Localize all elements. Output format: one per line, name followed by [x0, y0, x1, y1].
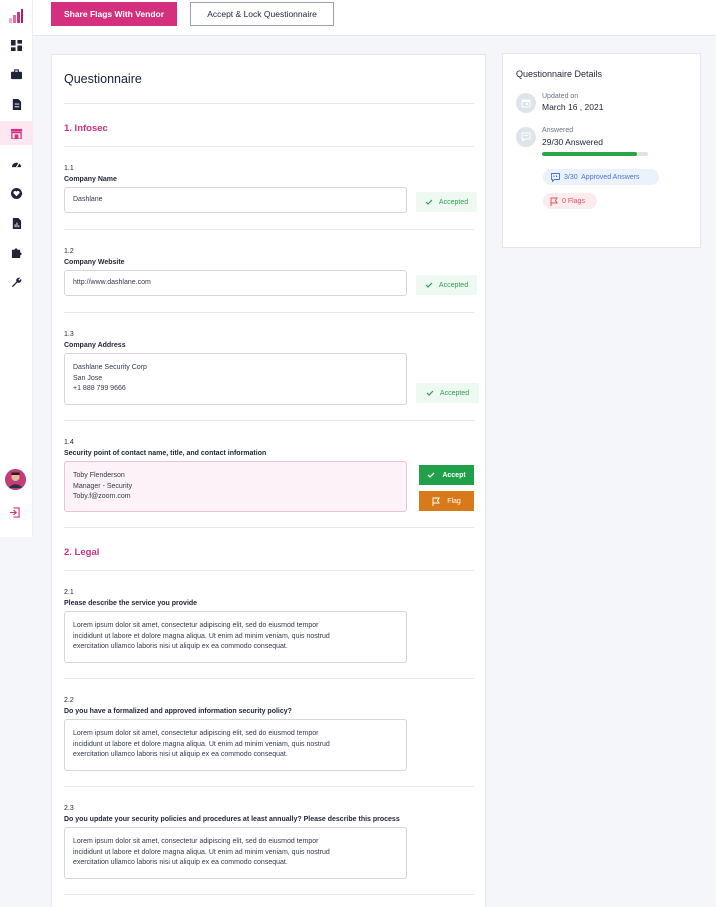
question-number: 2.1: [64, 589, 74, 596]
sidebar-item-dashboard[interactable]: [0, 33, 33, 57]
flags-pill[interactable]: 0 Flags: [543, 193, 597, 209]
question-number: 2.2: [64, 697, 74, 704]
chat-icon: [551, 172, 560, 182]
divider: [64, 103, 474, 104]
question-number: 1.1: [64, 165, 74, 172]
question-label: Do you update your security policies and…: [64, 816, 400, 823]
answered-progress-bar: [542, 152, 648, 156]
check-icon: [425, 199, 433, 205]
section-title-legal: 2. Legal: [64, 547, 100, 558]
divider: [64, 570, 474, 571]
chat-icon: [516, 127, 536, 147]
question-label: Company Address: [64, 342, 126, 349]
accepted-label: Accepted: [439, 389, 470, 397]
sidebar-item-health[interactable]: [0, 181, 33, 205]
sidebar-item-reports[interactable]: [0, 211, 33, 235]
gauge-icon: [11, 161, 22, 167]
details-title: Questionnaire Details: [516, 69, 603, 79]
flag-icon: [432, 497, 441, 506]
logo-icon[interactable]: [9, 9, 23, 23]
question-number: 1.4: [64, 439, 74, 446]
flag-button[interactable]: Flag: [419, 491, 474, 511]
sidebar-item-vendors[interactable]: [0, 121, 33, 145]
accepted-label: Accepted: [438, 198, 469, 206]
divider: [64, 312, 474, 313]
sidebar-item-integrations[interactable]: [0, 240, 33, 264]
accept-lock-button[interactable]: Accept & Lock Questionnaire: [190, 2, 334, 26]
answer-field[interactable]: Dashlane: [64, 187, 407, 213]
answered-label: Answered: [542, 127, 574, 134]
answer-field[interactable]: Lorem ipsum dolor sit amet, consectetur …: [64, 719, 407, 771]
check-icon: [426, 390, 434, 396]
answer-field[interactable]: Dashlane Security Corp San Jose +1 888 7…: [64, 353, 407, 405]
top-bar: Share Flags With Vendor Accept & Lock Qu…: [33, 0, 716, 36]
accepted-badge: Accepted: [416, 192, 477, 212]
question-number: 1.2: [64, 248, 74, 255]
question-number: 2.3: [64, 805, 74, 812]
updated-label: Updated on: [542, 93, 579, 100]
divider: [64, 678, 474, 679]
sidebar-item-gauge[interactable]: [0, 151, 33, 175]
logout-icon[interactable]: [9, 507, 20, 518]
updated-value: March 16 , 2021: [542, 102, 604, 112]
page-title: Questionnaire: [64, 72, 142, 86]
answer-field[interactable]: Toby Flenderson Manager - Security Toby.…: [64, 461, 407, 512]
sidebar: [0, 0, 33, 537]
question-label: Security point of contact name, title, a…: [64, 450, 267, 457]
divider: [64, 420, 474, 421]
sidebar-item-briefcase[interactable]: [0, 62, 33, 86]
approved-answers-label: 3/30 Approved Answers: [564, 173, 640, 181]
calendar-icon: [516, 93, 536, 113]
divider: [64, 786, 474, 787]
section-title-infosec: 1. Infosec: [64, 123, 108, 134]
answered-value: 29/30 Answered: [542, 137, 603, 147]
questionnaire-details-card: Questionnaire Details Updated on March 1…: [502, 53, 701, 248]
share-flags-button[interactable]: Share Flags With Vendor: [51, 2, 177, 26]
sidebar-item-settings[interactable]: [0, 270, 33, 294]
accept-button[interactable]: Accept: [419, 465, 474, 485]
avatar[interactable]: [5, 469, 26, 490]
question-label: Company Name: [64, 176, 117, 183]
flag-label: Flag: [447, 497, 461, 505]
question-label: Company Website: [64, 259, 125, 266]
briefcase-icon: [11, 68, 22, 79]
accepted-label: Accepted: [438, 281, 469, 289]
divider: [64, 146, 474, 147]
questionnaire-card: Questionnaire 1. Infosec 1.1 Company Nam…: [51, 54, 486, 907]
approved-answers-pill[interactable]: 3/30 Approved Answers: [543, 169, 659, 185]
store-icon: [11, 128, 22, 139]
answer-field[interactable]: Lorem ipsum dolor sit amet, consectetur …: [64, 611, 407, 663]
heart-icon: [11, 187, 22, 199]
file-chart-icon: [12, 217, 22, 229]
answered-progress-fill: [542, 152, 638, 156]
check-icon: [425, 282, 433, 288]
wrench-icon: [11, 277, 22, 287]
accept-label: Accept: [442, 471, 466, 479]
question-label: Do you have a formalized and approved in…: [64, 708, 292, 715]
answer-field[interactable]: http://www.dashlane.com: [64, 270, 407, 296]
sidebar-item-documents[interactable]: [0, 92, 33, 116]
question-number: 1.3: [64, 331, 74, 338]
puzzle-icon: [11, 247, 22, 258]
check-icon: [427, 472, 435, 478]
flag-icon: [550, 197, 558, 206]
dashboard-icon: [11, 39, 22, 51]
divider: [64, 894, 474, 895]
accepted-badge: Accepted: [416, 383, 479, 403]
divider: [64, 229, 474, 230]
question-label: Please describe the service you provide: [64, 600, 198, 607]
accepted-badge: Accepted: [416, 275, 477, 295]
answer-field[interactable]: Lorem ipsum dolor sit amet, consectetur …: [64, 827, 407, 879]
divider: [64, 527, 474, 528]
document-icon: [12, 98, 22, 110]
flags-label: 0 Flags: [562, 197, 585, 205]
